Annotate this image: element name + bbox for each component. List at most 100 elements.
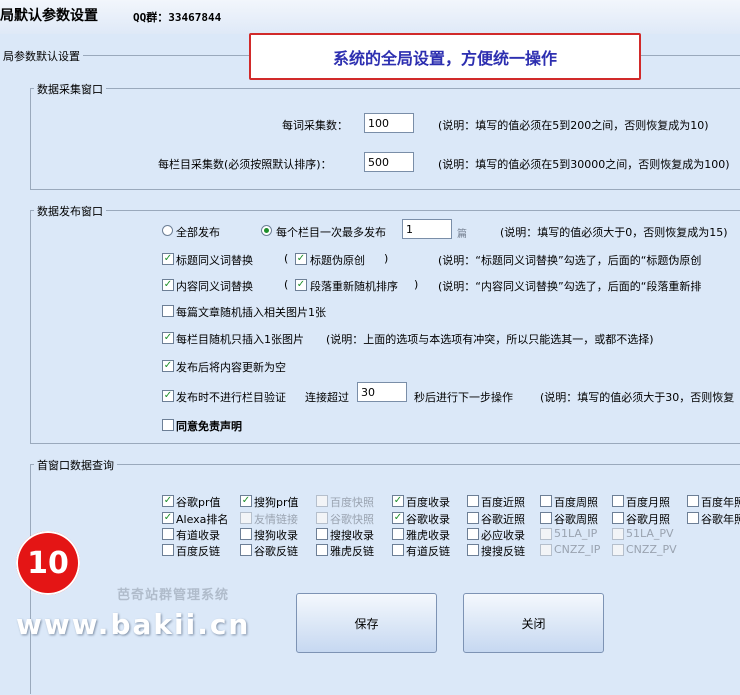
- query-checkbox[interactable]: [540, 495, 552, 507]
- query-checkbox-label: 雅虎收录: [406, 529, 450, 542]
- query-checkbox[interactable]: ✓: [392, 495, 404, 507]
- query-checkbox-label: 51LA_IP: [554, 527, 598, 540]
- query-checkbox: [316, 512, 328, 524]
- title-fake-original-label: 标题伪原创: [310, 254, 365, 267]
- query-checkbox[interactable]: [540, 512, 552, 524]
- query-checkbox-label: 百度反链: [176, 545, 220, 558]
- timeout-input[interactable]: [357, 382, 407, 402]
- query-checkbox[interactable]: [612, 512, 624, 524]
- query-checkbox-label: 谷歌pr值: [176, 496, 221, 509]
- paren-close: ): [384, 252, 389, 265]
- query-checkbox[interactable]: [467, 544, 479, 556]
- query-checkbox[interactable]: ✓: [240, 495, 252, 507]
- random-image-note: (说明：上面的选项与本选项有冲突，所以只能选其一，或都不选择): [326, 333, 654, 346]
- radio-publish-all-label: 全部发布: [176, 226, 220, 239]
- per-word-input[interactable]: [364, 113, 414, 133]
- query-checkbox[interactable]: ✓: [162, 495, 174, 507]
- paragraph-shuffle-label: 段落重新随机排序: [310, 280, 398, 293]
- timeout-suffix: 秒后进行下一步操作: [414, 391, 513, 404]
- watermark-cn: 芭奇站群管理系统: [117, 588, 230, 603]
- random-image-column-label: 每栏目随机只插入1张图片: [176, 333, 304, 346]
- timeout-prefix: 连接超过: [305, 391, 349, 404]
- title-note: (说明：“标题同义词替换”勾选了，后面的“标题伪原创: [438, 254, 702, 267]
- callout-banner: 系统的全局设置，方便统一操作: [249, 33, 641, 80]
- query-checkbox[interactable]: [687, 495, 699, 507]
- checkbox-no-verify[interactable]: ✓: [162, 390, 174, 402]
- query-checkbox: [240, 512, 252, 524]
- query-checkbox[interactable]: [392, 544, 404, 556]
- per-word-note: (说明：填写的值必须在5到200之间，否则恢复成为10): [438, 119, 709, 132]
- query-checkbox[interactable]: [467, 512, 479, 524]
- query-checkbox[interactable]: [162, 544, 174, 556]
- title-bar: [0, 0, 740, 34]
- checkbox-paragraph-shuffle[interactable]: ✓: [295, 279, 307, 291]
- checkbox-random-image-column[interactable]: ✓: [162, 332, 174, 344]
- radio-publish-all[interactable]: [162, 225, 173, 236]
- paren-open: (: [284, 278, 289, 291]
- query-checkbox[interactable]: [612, 495, 624, 507]
- per-column-note: (说明：填写的值必须在5到30000之间，否则恢复成为100): [438, 158, 730, 171]
- publish-each-unit: 篇: [457, 229, 467, 240]
- query-checkbox[interactable]: [240, 544, 252, 556]
- query-checkbox-label: 搜狗收录: [254, 529, 298, 542]
- content-synonym-label: 内容同义词替换: [176, 280, 253, 293]
- query-checkbox[interactable]: [467, 528, 479, 540]
- query-checkbox-label: 谷歌年照: [701, 513, 740, 526]
- paren-open: (: [284, 252, 289, 265]
- radio-publish-each-label: 每个栏目一次最多发布: [276, 226, 386, 239]
- query-checkbox-label: CNZZ_PV: [626, 543, 677, 556]
- query-checkbox[interactable]: [392, 528, 404, 540]
- query-checkbox[interactable]: [687, 512, 699, 524]
- random-image-each-label: 每篇文章随机插入相关图片1张: [176, 306, 326, 319]
- query-checkbox[interactable]: ✓: [392, 512, 404, 524]
- disclaimer-label: 同意免责声明: [176, 420, 242, 433]
- query-checkbox-label: 百度快照: [330, 496, 374, 509]
- query-checkbox-label: 搜搜反链: [481, 545, 525, 558]
- query-checkbox[interactable]: ✓: [162, 512, 174, 524]
- query-checkbox[interactable]: [162, 528, 174, 540]
- query-checkbox[interactable]: [316, 528, 328, 540]
- query-checkbox-label: 谷歌周照: [554, 513, 598, 526]
- radio-publish-each[interactable]: [261, 225, 272, 236]
- watermark-url: www.bakii.cn: [16, 608, 251, 641]
- publish-group-legend: 数据发布窗口: [34, 203, 106, 219]
- collect-group-legend: 数据采集窗口: [34, 81, 106, 97]
- checkbox-title-fake-original[interactable]: ✓: [295, 253, 307, 265]
- checkbox-disclaimer[interactable]: [162, 419, 174, 431]
- close-button[interactable]: 关闭: [463, 593, 604, 653]
- timeout-note: (说明：填写的值必须大于30，否则恢复: [540, 391, 735, 404]
- query-checkbox-label: 51LA_PV: [626, 527, 674, 540]
- step-number-badge: 10: [16, 531, 80, 595]
- query-checkbox-label: 搜狗pr值: [254, 496, 299, 509]
- clear-after-label: 发布后将内容更新为空: [176, 361, 286, 374]
- query-checkbox-label: 百度近照: [481, 496, 525, 509]
- publish-each-input[interactable]: [402, 219, 452, 239]
- checkbox-clear-after[interactable]: ✓: [162, 360, 174, 372]
- query-checkbox-label: CNZZ_IP: [554, 543, 601, 556]
- publish-each-note: (说明：填写的值必须大于0，否则恢复成为15): [500, 226, 728, 239]
- query-checkbox-label: 百度周照: [554, 496, 598, 509]
- no-verify-label: 发布时不进行栏目验证: [176, 391, 286, 404]
- checkbox-random-image-each[interactable]: [162, 305, 174, 317]
- query-checkbox-label: 谷歌近照: [481, 513, 525, 526]
- query-checkbox-label: 友情链接: [254, 513, 298, 526]
- checkbox-title-synonym[interactable]: ✓: [162, 253, 174, 265]
- checkbox-content-synonym[interactable]: ✓: [162, 279, 174, 291]
- query-checkbox-label: 必应收录: [481, 529, 525, 542]
- query-checkbox-label: 搜搜收录: [330, 529, 374, 542]
- query-checkbox-label: 有道反链: [406, 545, 450, 558]
- query-checkbox: [612, 528, 624, 540]
- query-checkbox[interactable]: [240, 528, 252, 540]
- qq-group-label: QQ群：33467844: [133, 11, 222, 24]
- per-word-label: 每词采集数：: [282, 119, 348, 132]
- content-note: (说明：“内容同义词替换”勾选了，后面的“段落重新排: [438, 280, 702, 293]
- save-button[interactable]: 保存: [296, 593, 437, 653]
- query-checkbox-label: 谷歌收录: [406, 513, 450, 526]
- collect-group-box: [30, 88, 740, 190]
- query-checkbox-label: 百度月照: [626, 496, 670, 509]
- per-column-input[interactable]: [364, 152, 414, 172]
- query-checkbox[interactable]: [467, 495, 479, 507]
- title-synonym-label: 标题同义词替换: [176, 254, 253, 267]
- query-checkbox[interactable]: [316, 544, 328, 556]
- query-checkbox-label: Alexa排名: [176, 513, 229, 526]
